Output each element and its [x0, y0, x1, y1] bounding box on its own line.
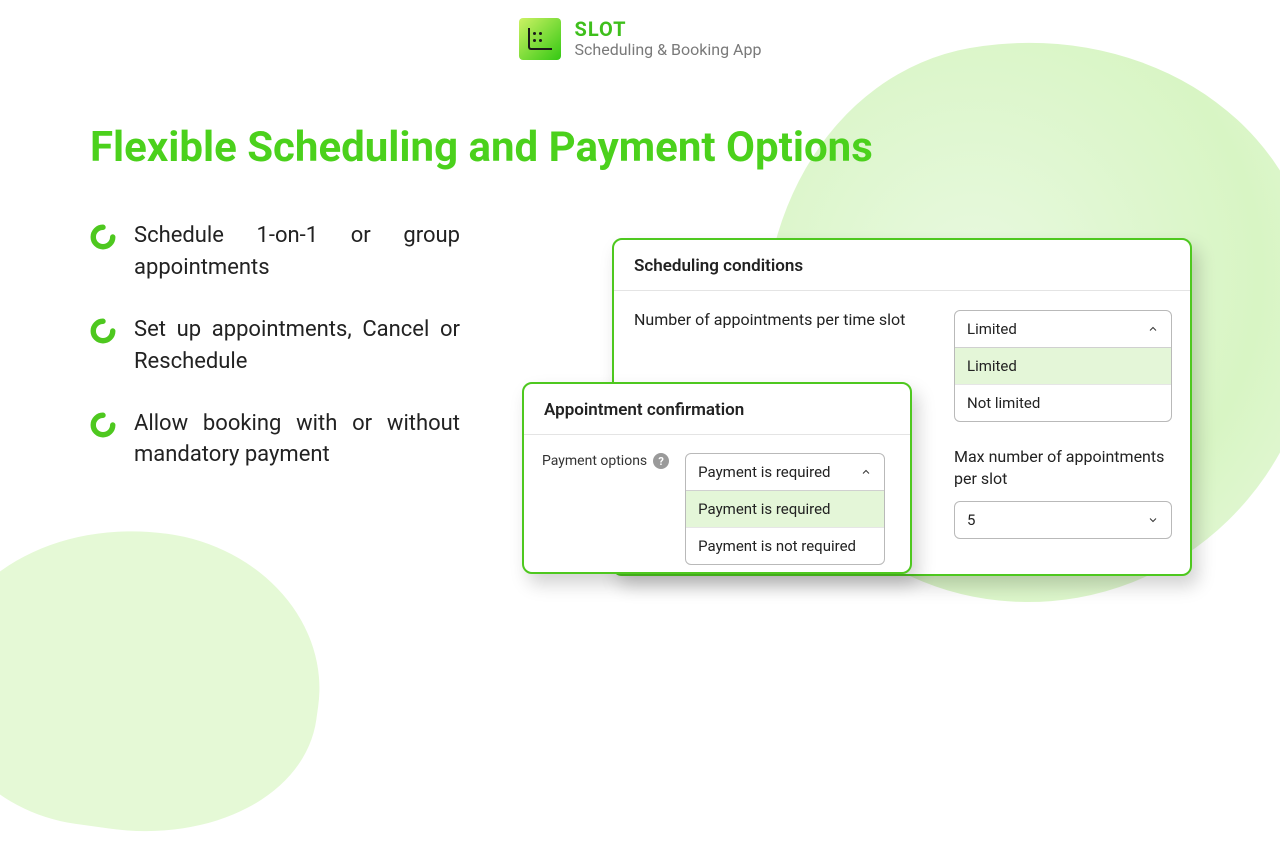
select-option-not-limited[interactable]: Not limited [955, 384, 1171, 421]
chevron-up-icon [860, 466, 872, 478]
select-option-limited[interactable]: Limited [955, 348, 1171, 384]
bullet-icon [90, 224, 116, 250]
bullet-icon [90, 318, 116, 344]
help-icon[interactable]: ? [653, 453, 669, 469]
bullet-item: Schedule 1-on-1 or group appointments [90, 220, 460, 284]
header: SLOT Scheduling & Booking App [0, 18, 1280, 60]
payment-options-label-text: Payment options [542, 453, 647, 469]
payment-options-select[interactable]: Payment is required Payment is required … [685, 453, 885, 565]
appointments-per-slot-select[interactable]: Limited Limited Not limited [954, 310, 1172, 422]
bullet-icon [90, 412, 116, 438]
select-dropdown: Limited Not limited [955, 347, 1171, 421]
bullet-text: Set up appointments, Cancel or Reschedul… [134, 314, 460, 378]
select-value: 5 [967, 511, 975, 529]
bullet-item: Set up appointments, Cancel or Reschedul… [90, 314, 460, 378]
bullet-text: Schedule 1-on-1 or group appointments [134, 220, 460, 284]
payment-options-label: Payment options ? [542, 453, 669, 469]
page-title: Flexible Scheduling and Payment Options [90, 123, 873, 172]
panel-header: Scheduling conditions [614, 240, 1190, 291]
chevron-down-icon [1147, 514, 1159, 526]
background-blob-bottom [0, 505, 339, 855]
brand-name: SLOT [575, 18, 762, 41]
chevron-up-icon [1147, 323, 1159, 335]
bullet-item: Allow booking with or without mandatory … [90, 408, 460, 472]
select-option-not-required[interactable]: Payment is not required [686, 527, 884, 564]
panel-header: Appointment confirmation [524, 384, 910, 435]
max-appointments-label: Max number of appointments per slot [954, 446, 1172, 489]
select-value: Limited [967, 320, 1017, 338]
appointment-confirmation-panel: Appointment confirmation Payment options… [522, 382, 912, 574]
max-appointments-select[interactable]: 5 [954, 501, 1172, 539]
select-dropdown: Payment is required Payment is not requi… [686, 490, 884, 564]
feature-bullets: Schedule 1-on-1 or group appointments Se… [90, 220, 460, 501]
bullet-text: Allow booking with or without mandatory … [134, 408, 460, 472]
select-option-required[interactable]: Payment is required [686, 491, 884, 527]
brand-subtitle: Scheduling & Booking App [575, 41, 762, 59]
select-value: Payment is required [698, 463, 830, 481]
app-logo [519, 18, 561, 60]
